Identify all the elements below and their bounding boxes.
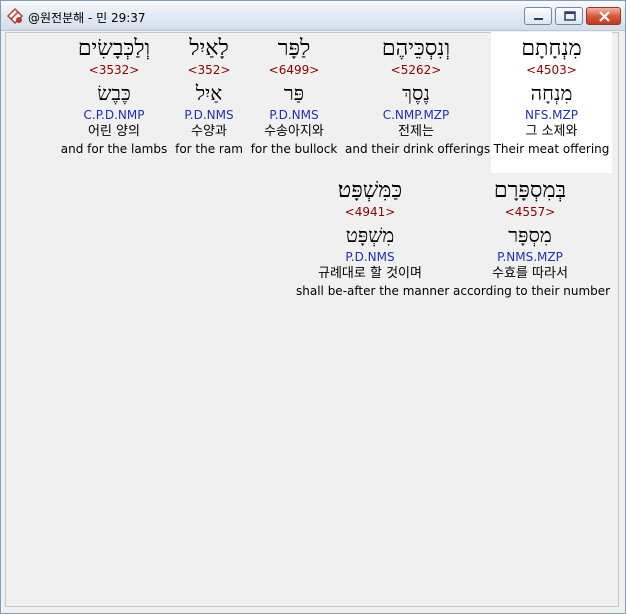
lemma-word: נֶסֶךְ bbox=[402, 81, 430, 105]
strong-number[interactable]: <3532> bbox=[60, 63, 168, 77]
parse-code: NFS.MZP bbox=[525, 108, 578, 122]
english-gloss: for the bullock bbox=[250, 142, 338, 156]
korean-gloss: 그 소제와 bbox=[525, 124, 578, 139]
interlinear-panel: מִנְחָתָם <4503> מִנְחָה NFS.MZP 그 소제와 T… bbox=[5, 32, 619, 607]
minimize-button[interactable] bbox=[524, 7, 552, 25]
maximize-button[interactable] bbox=[555, 7, 583, 25]
english-gloss: and their drink offerings bbox=[345, 142, 491, 156]
hebrew-word: בְּמִסְפָּרָם bbox=[493, 178, 567, 203]
parse-code: P.NMS.MZP bbox=[497, 250, 563, 264]
app-window: @원전분해 - 민 29:37 מִנְחָתָם <4503> מִנְחָה… bbox=[0, 0, 626, 614]
korean-gloss: 규례대로 할 것이며 bbox=[318, 266, 422, 281]
app-logo-icon bbox=[6, 7, 24, 25]
strong-number[interactable]: <352> bbox=[174, 63, 244, 77]
word-block-6499[interactable]: לַפָּר <6499> פַּר P.D.NMS 수송아지와 for the… bbox=[250, 32, 338, 173]
parse-code: P.D.NMS bbox=[184, 108, 234, 122]
hebrew-word: לַפָּר bbox=[277, 36, 311, 61]
hebrew-word: כַּמִּשְׁפָּט׃ bbox=[337, 178, 403, 203]
hebrew-word: מִנְחָתָם bbox=[521, 36, 582, 61]
strong-number[interactable]: <4503> bbox=[491, 63, 612, 77]
strong-number[interactable]: <4557> bbox=[453, 205, 607, 219]
english-gloss: Their meat offering bbox=[493, 142, 610, 156]
strong-number[interactable]: <5262> bbox=[345, 63, 487, 77]
lemma-word: מִשְׁפָּט bbox=[345, 223, 395, 247]
word-block-4941[interactable]: כַּמִּשְׁפָּט׃ <4941> מִשְׁפָּט P.D.NMS … bbox=[296, 174, 450, 315]
close-button[interactable] bbox=[586, 7, 621, 25]
parse-code: C.P.D.NMP bbox=[83, 108, 145, 122]
title-bar[interactable]: @원전분해 - 민 29:37 bbox=[1, 1, 625, 31]
parse-code: C.NMP.MZP bbox=[382, 108, 450, 122]
parse-code: P.D.NMS bbox=[269, 108, 319, 122]
korean-gloss: 전제는 bbox=[398, 124, 434, 139]
korean-gloss: 어린 양의 bbox=[88, 124, 140, 139]
close-icon bbox=[599, 11, 610, 22]
lemma-word: מִסְפָּר bbox=[508, 223, 552, 247]
english-gloss: according to their number bbox=[453, 284, 611, 298]
english-gloss: shall be-after the manner bbox=[296, 284, 450, 298]
parse-code: P.D.NMS bbox=[345, 250, 395, 264]
english-gloss: and for the lambs bbox=[60, 142, 168, 156]
hebrew-word: וְלַכְּבָשִׂים bbox=[77, 36, 151, 61]
korean-gloss: 수송아지와 bbox=[264, 124, 324, 139]
lemma-word: כֶּבֶשׂ bbox=[97, 81, 131, 105]
minimize-icon bbox=[534, 18, 543, 20]
korean-gloss: 수양과 bbox=[191, 124, 227, 139]
word-block-4503[interactable]: מִנְחָתָם <4503> מִנְחָה NFS.MZP 그 소제와 T… bbox=[491, 32, 612, 173]
lemma-word: אַיִל bbox=[195, 81, 223, 105]
lemma-word: מִנְחָה bbox=[530, 81, 573, 105]
strong-number[interactable]: <4941> bbox=[296, 205, 444, 219]
lemma-word: פַּר bbox=[283, 81, 305, 105]
window-title: @원전분해 - 민 29:37 bbox=[28, 11, 146, 25]
hebrew-word: וְנִסְכֵּיהֶם bbox=[381, 36, 451, 61]
korean-gloss: 수효를 따라서 bbox=[492, 266, 568, 281]
maximize-icon bbox=[564, 11, 576, 21]
word-block-4557[interactable]: בְּמִסְפָּרָם <4557> מִסְפָּר P.NMS.MZP … bbox=[453, 174, 611, 315]
strong-number[interactable]: <6499> bbox=[250, 63, 338, 77]
word-block-352[interactable]: לָאַיִל <352> אַיִל P.D.NMS 수양과 for the … bbox=[174, 32, 244, 173]
word-block-3532[interactable]: וְלַכְּבָשִׂים <3532> כֶּבֶשׂ C.P.D.NMP … bbox=[60, 32, 168, 173]
english-gloss: for the ram bbox=[175, 142, 243, 156]
word-block-5262[interactable]: וְנִסְכֵּיהֶם <5262> נֶסֶךְ C.NMP.MZP 전제… bbox=[345, 32, 491, 173]
hebrew-word: לָאַיִל bbox=[189, 36, 229, 61]
